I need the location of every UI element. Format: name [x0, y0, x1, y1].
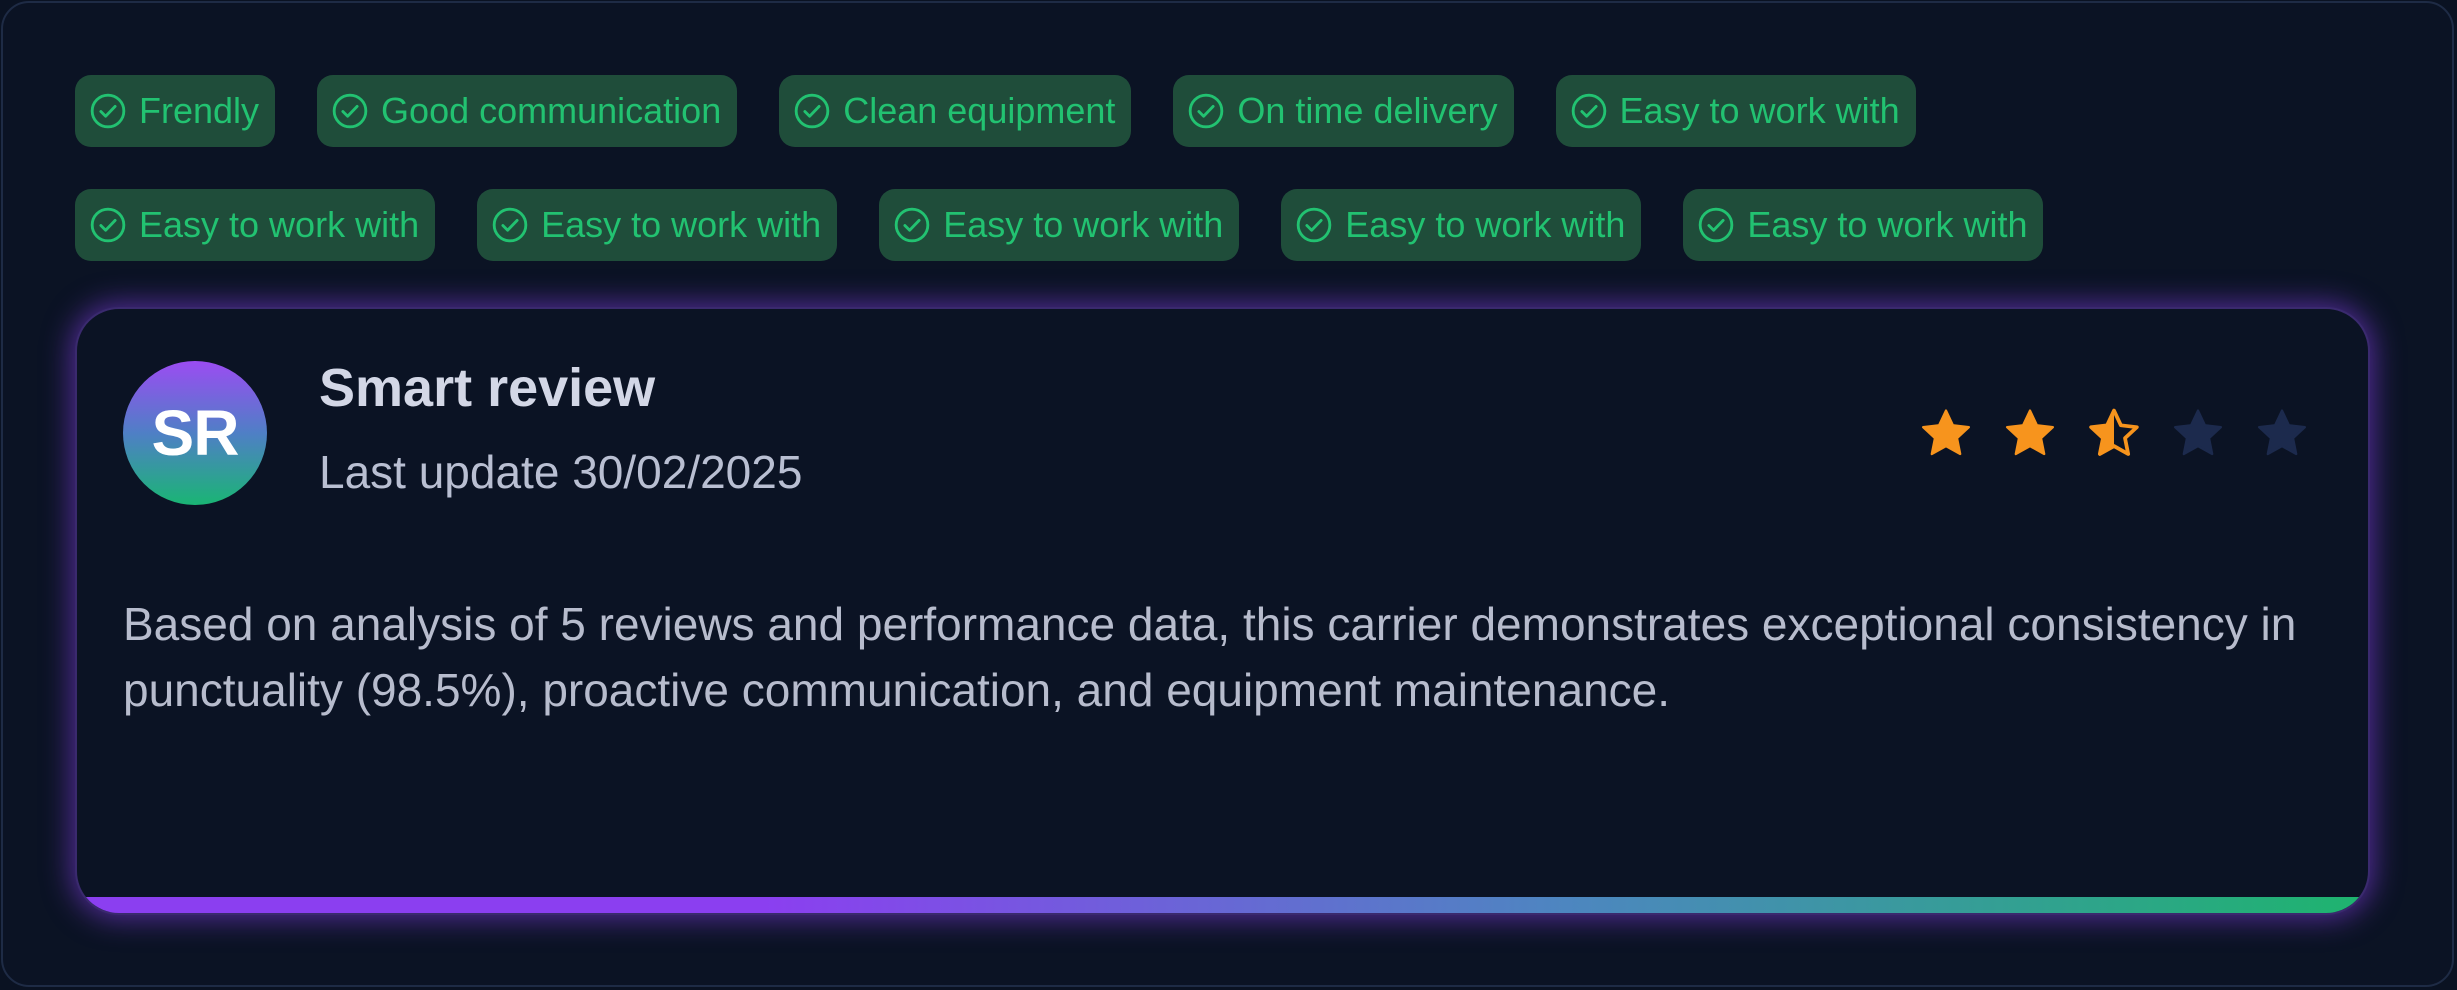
- check-circle-icon: [1189, 93, 1224, 129]
- check-circle-icon: [332, 93, 368, 129]
- tag-chip[interactable]: On time delivery: [1173, 75, 1514, 147]
- tag-label: Frendly: [139, 90, 260, 131]
- tag-label: Clean equipment: [843, 90, 1116, 131]
- tag-label: Easy to work with: [1747, 204, 2028, 245]
- tag-label: Easy to work with: [1619, 90, 1900, 131]
- review-body: Based on analysis of 5 reviews and perfo…: [123, 598, 2297, 716]
- tag-row-2: Easy to work with Easy to work with Easy…: [75, 189, 2044, 261]
- tag-chip[interactable]: Easy to work with: [1683, 189, 2044, 261]
- star-icon: [2089, 408, 2139, 456]
- check-circle-icon: [492, 207, 528, 243]
- tag-row-1: Frendly Good communication Clean equipme…: [75, 75, 1916, 147]
- star-icon: [1921, 409, 1971, 456]
- gradient-accent-bar: [77, 897, 2368, 913]
- tag-label: Easy to work with: [139, 204, 420, 245]
- check-circle-icon: [1571, 93, 1606, 129]
- tag-chip[interactable]: Easy to work with: [879, 189, 1240, 261]
- review-panel: Frendly Good communication Clean equipme…: [1, 1, 2454, 987]
- star-icon: [2173, 409, 2223, 456]
- check-circle-icon: [894, 207, 930, 243]
- avatar: SR: [123, 361, 267, 505]
- tag-label: Easy to work with: [541, 204, 822, 245]
- tag-chip[interactable]: Easy to work with: [1555, 75, 1916, 147]
- check-circle-icon: [90, 207, 126, 243]
- star-rating: [1918, 405, 2310, 461]
- last-update-text: Last update 30/02/2025: [319, 446, 803, 498]
- tag-chip[interactable]: Frendly: [75, 75, 276, 147]
- check-circle-icon: [90, 93, 126, 129]
- review-title: Smart review: [319, 358, 656, 418]
- tag-label: Easy to work with: [1345, 204, 1626, 245]
- tag-label: Easy to work with: [943, 204, 1224, 245]
- tag-label: On time delivery: [1237, 90, 1498, 131]
- tag-chip[interactable]: Easy to work with: [477, 189, 838, 261]
- star-icon: [2257, 409, 2307, 456]
- smart-review-card: SR Smart review Last update 30/02/2025 B…: [75, 307, 2370, 915]
- star-icon: [2005, 409, 2055, 456]
- tag-label: Good communication: [381, 90, 722, 131]
- tag-chip[interactable]: Easy to work with: [75, 189, 436, 261]
- check-circle-icon: [1297, 207, 1332, 243]
- tag-chip[interactable]: Clean equipment: [779, 75, 1132, 147]
- tag-chip[interactable]: Easy to work with: [1281, 189, 1642, 261]
- check-circle-icon: [794, 93, 830, 129]
- tag-chip[interactable]: Good communication: [317, 75, 738, 147]
- check-circle-icon: [1699, 207, 1734, 243]
